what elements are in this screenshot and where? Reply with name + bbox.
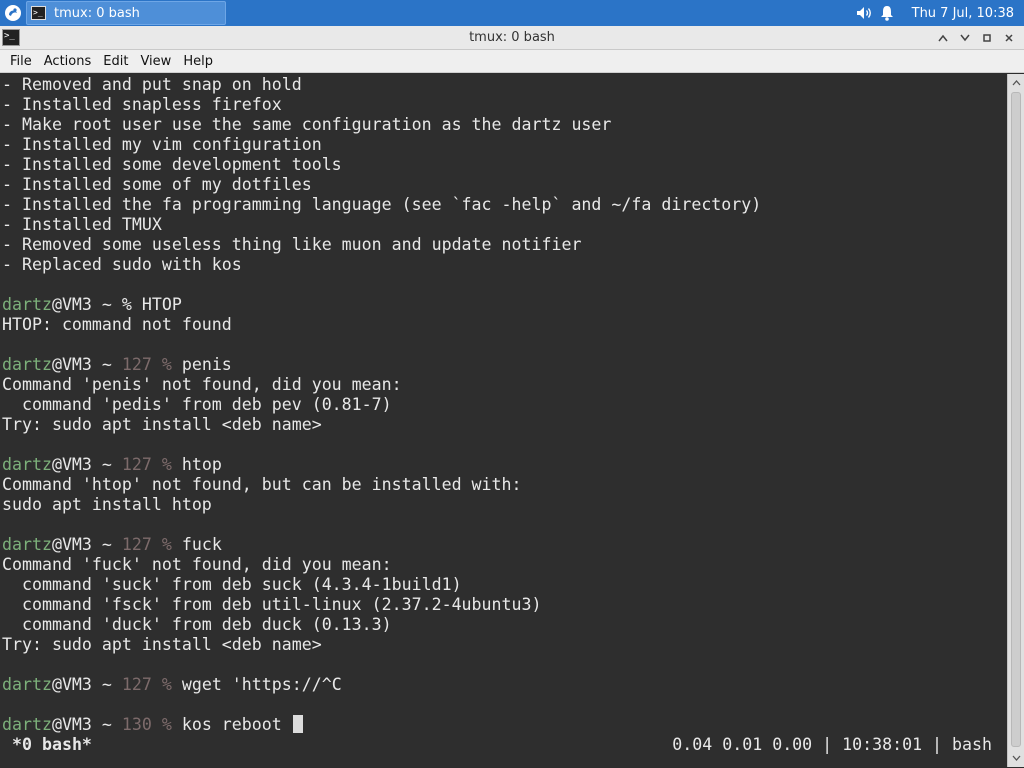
terminal-line: command 'suck' from deb suck (4.3.4-1bui… bbox=[2, 575, 462, 594]
terminal-line: HTOP: command not found bbox=[2, 315, 232, 334]
prompt-host: @VM3 ~ bbox=[51, 355, 122, 374]
terminal-output: - Removed and put snap on hold - Installe… bbox=[2, 75, 761, 735]
application-menu-icon[interactable] bbox=[3, 3, 23, 23]
terminal-line: - Installed TMUX bbox=[2, 215, 162, 234]
menu-edit[interactable]: Edit bbox=[97, 54, 134, 69]
terminal-line: command 'fsck' from deb util-linux (2.37… bbox=[2, 595, 542, 614]
prompt-user: dartz bbox=[2, 295, 52, 314]
terminal-line: Try: sudo apt install <deb name> bbox=[2, 635, 322, 654]
prompt-line: dartz@VM3 ~ 127 % htop bbox=[2, 455, 761, 475]
terminal-line: Command 'fuck' not found, did you mean: bbox=[2, 555, 392, 574]
prompt-line: dartz@VM3 ~ % HTOP bbox=[2, 295, 761, 315]
text-cursor bbox=[292, 715, 303, 733]
menu-actions[interactable]: Actions bbox=[38, 54, 98, 69]
minimize-button[interactable] bbox=[954, 28, 976, 48]
prompt-user: dartz bbox=[2, 535, 52, 554]
prompt-host: @VM3 ~ bbox=[51, 675, 122, 694]
taskbar-item-tmux[interactable]: >_ tmux: 0 bash bbox=[26, 1, 226, 25]
command-text: kos reboot bbox=[181, 715, 292, 734]
command-text: HTOP bbox=[141, 295, 182, 314]
system-tray: Thu 7 Jul, 10:38 bbox=[854, 0, 1024, 26]
tmux-window-label[interactable]: *0 bash* bbox=[12, 735, 92, 755]
clock[interactable]: Thu 7 Jul, 10:38 bbox=[912, 6, 1014, 21]
prompt-line: dartz@VM3 ~ 127 % penis bbox=[2, 355, 761, 375]
menubar: File Actions Edit View Help bbox=[0, 50, 1024, 73]
tmux-status-right: 0.04 0.01 0.00 | 10:38:01 | bash bbox=[672, 735, 992, 754]
tmux-status-bar: *0 bash* 0.04 0.01 0.00 | 10:38:01 | bas… bbox=[0, 734, 1007, 756]
terminal-line: sudo apt install htop bbox=[2, 495, 212, 514]
scrollbar-thumb[interactable] bbox=[1011, 92, 1021, 747]
exit-code: 127 % bbox=[121, 455, 182, 474]
prompt-user: dartz bbox=[2, 715, 52, 734]
prompt-host: @VM3 ~ bbox=[51, 715, 122, 734]
prompt-user: dartz bbox=[2, 675, 52, 694]
terminal-line: Command 'penis' not found, did you mean: bbox=[2, 375, 402, 394]
keep-above-button[interactable] bbox=[932, 28, 954, 48]
terminal-line: Command 'htop' not found, but can be ins… bbox=[2, 475, 522, 494]
command-text: wget 'https://^C bbox=[181, 675, 342, 694]
prompt-line: dartz@VM3 ~ 127 % wget 'https://^C bbox=[2, 675, 761, 695]
exit-code: 127 % bbox=[121, 355, 182, 374]
terminal-line: - Installed snapless firefox bbox=[2, 95, 282, 114]
terminal-line: - Installed my vim configuration bbox=[2, 135, 322, 154]
terminal-line: - Removed and put snap on hold bbox=[2, 75, 302, 94]
prompt-user: dartz bbox=[2, 355, 52, 374]
maximize-button[interactable] bbox=[976, 28, 998, 48]
exit-code: 127 % bbox=[121, 675, 182, 694]
prompt-user: dartz bbox=[2, 455, 52, 474]
volume-icon[interactable] bbox=[854, 0, 876, 26]
exit-code: 130 % bbox=[121, 715, 182, 734]
prompt-host: @VM3 ~ bbox=[51, 295, 122, 314]
terminal-line: - Removed some useless thing like muon a… bbox=[2, 235, 582, 254]
terminal-icon: >_ bbox=[31, 6, 46, 20]
menu-help[interactable]: Help bbox=[177, 54, 219, 69]
taskbar-item-label: tmux: 0 bash bbox=[54, 5, 140, 21]
command-text: penis bbox=[181, 355, 232, 374]
terminal-line: - Installed the fa programming language … bbox=[2, 195, 762, 214]
exit-code: 127 % bbox=[121, 535, 182, 554]
menu-view[interactable]: View bbox=[134, 54, 177, 69]
close-button[interactable] bbox=[998, 28, 1020, 48]
terminal-line: - Replaced sudo with kos bbox=[2, 255, 242, 274]
prompt-line: dartz@VM3 ~ 127 % fuck bbox=[2, 535, 761, 555]
menu-file[interactable]: File bbox=[0, 54, 38, 69]
notification-bell-icon[interactable] bbox=[876, 0, 898, 26]
terminal-scrollbar[interactable] bbox=[1007, 74, 1024, 767]
terminal-area[interactable]: - Removed and put snap on hold - Installe… bbox=[0, 74, 1007, 767]
prompt-line: dartz@VM3 ~ 130 % kos reboot bbox=[2, 715, 761, 735]
terminal-line: command 'pedis' from deb pev (0.81-7) bbox=[2, 395, 392, 414]
window-title: tmux: 0 bash bbox=[469, 30, 555, 45]
terminal-line: - Installed some development tools bbox=[2, 155, 342, 174]
terminal-line: - Installed some of my dotfiles bbox=[2, 175, 312, 194]
terminal-line: - Make root user use the same configurat… bbox=[2, 115, 612, 134]
terminal-line: command 'duck' from deb duck (0.13.3) bbox=[2, 615, 392, 634]
command-text: fuck bbox=[181, 535, 222, 554]
window-titlebar[interactable]: >_ tmux: 0 bash bbox=[0, 26, 1024, 50]
prompt-symbol: % bbox=[121, 295, 142, 314]
scroll-up-icon[interactable] bbox=[1008, 76, 1024, 90]
command-text: htop bbox=[181, 455, 222, 474]
top-panel: >_ tmux: 0 bash Thu 7 Jul, 10:38 bbox=[0, 0, 1024, 26]
terminal-line: Try: sudo apt install <deb name> bbox=[2, 415, 322, 434]
prompt-host: @VM3 ~ bbox=[51, 535, 122, 554]
scroll-down-icon[interactable] bbox=[1008, 751, 1024, 765]
prompt-host: @VM3 ~ bbox=[51, 455, 122, 474]
